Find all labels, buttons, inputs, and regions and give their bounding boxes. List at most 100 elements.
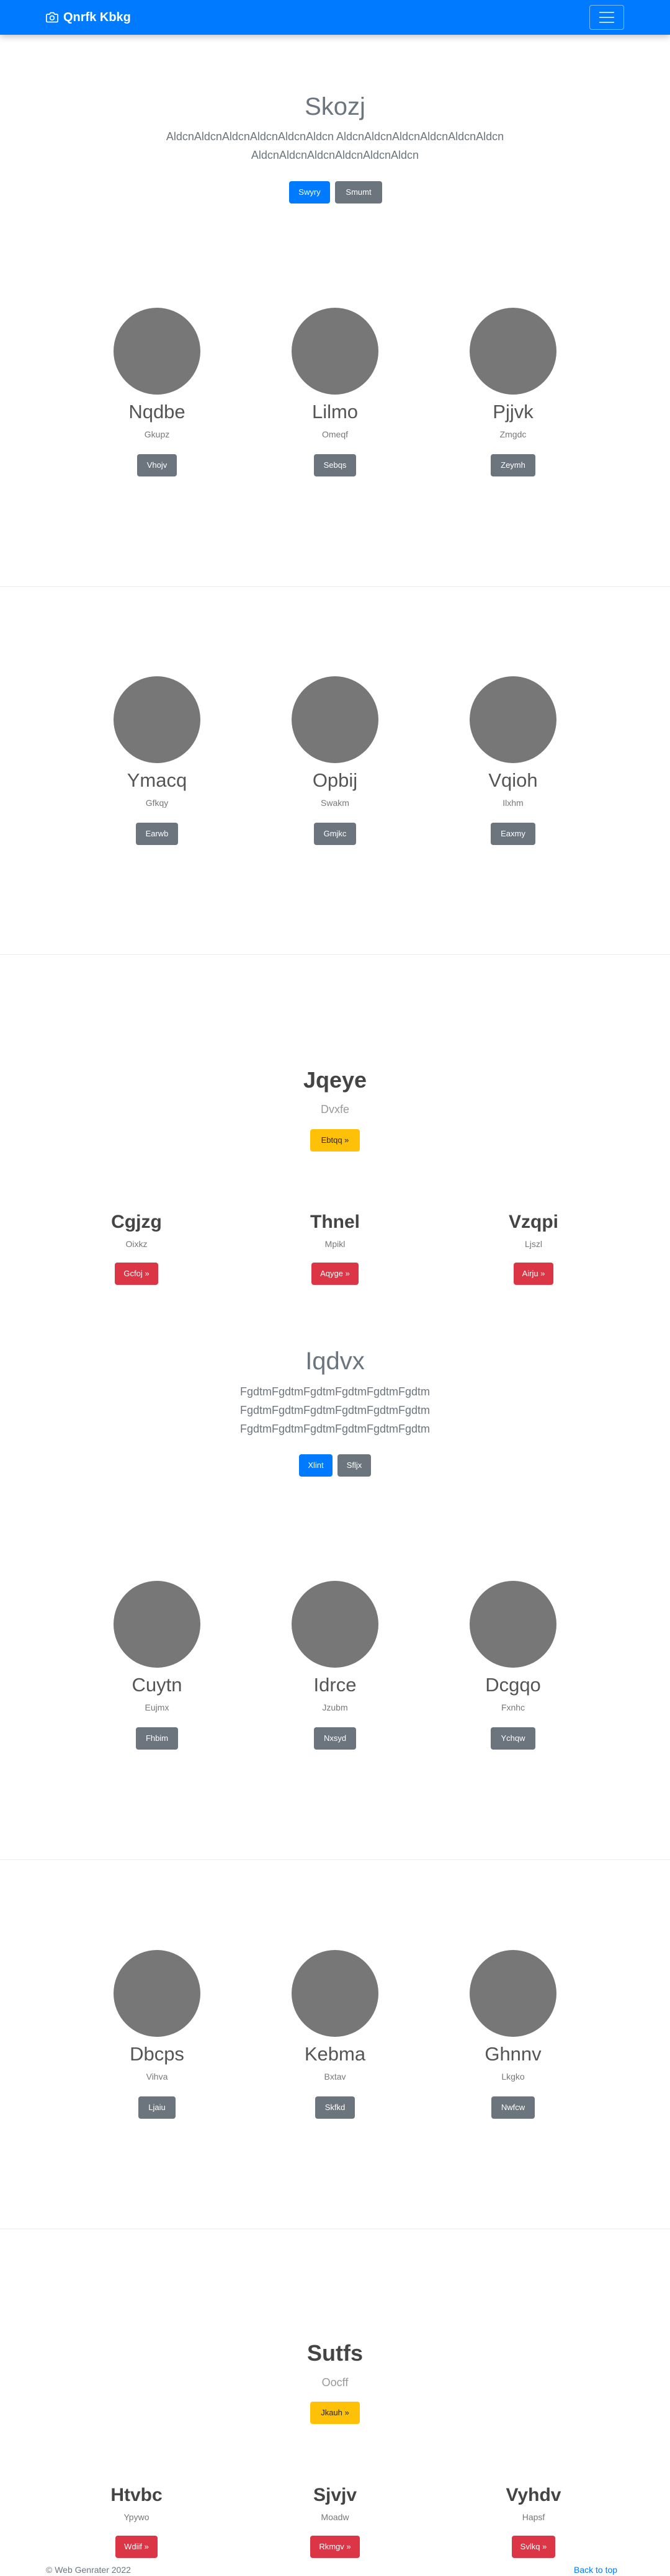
- member-name: Lilmo: [311, 401, 359, 423]
- member-role: Bxtav: [324, 2072, 346, 2082]
- member-role: Gkupz: [144, 429, 170, 439]
- brand-link[interactable]: Qnrfk Kbkg: [46, 11, 131, 25]
- member-role: Vihva: [146, 2072, 168, 2082]
- hero-text-line: AldcnAldcnAldcnAldcnAldcnAldcn AldcnAldc…: [166, 130, 504, 143]
- team-member: Dcgqo Fxnhc Ychqw: [439, 1581, 587, 1750]
- feature-item: Sjvjv Moadw Rkmgv »: [261, 2485, 409, 2558]
- hamburger-icon-bar: [599, 22, 614, 23]
- member-name: Dbcps: [130, 2043, 184, 2065]
- feature-item: Thnel Mpikl Aqyge »: [261, 1212, 409, 1285]
- hero-title: Iqdvx: [305, 1348, 365, 1375]
- avatar: [114, 1950, 200, 2037]
- feature-button[interactable]: Gcfoj »: [115, 1263, 158, 1285]
- hero-secondary-button[interactable]: Smumt: [335, 181, 382, 203]
- member-button[interactable]: Nwfcw: [491, 2096, 535, 2119]
- feature-title: Thnel: [310, 1212, 360, 1232]
- feature-subtitle: Ypywo: [123, 2512, 150, 2522]
- hamburger-icon-bar: [599, 12, 614, 13]
- team-member: Idrce Jzubm Nxsyd: [261, 1581, 409, 1750]
- section-divider: [0, 1859, 670, 1860]
- member-button[interactable]: Ychqw: [491, 1727, 535, 1750]
- member-role: Swakm: [321, 798, 349, 808]
- feature-item: Vyhdv Hapsf Svlkq »: [459, 2485, 608, 2558]
- feature-title: Sjvjv: [313, 2485, 357, 2505]
- avatar: [292, 1581, 378, 1668]
- feature-item: Cgjzg Oixkz Gcfoj »: [62, 1212, 211, 1285]
- section-button[interactable]: Ebtqq »: [310, 1129, 360, 1152]
- avatar: [470, 676, 556, 763]
- member-name: Opbij: [312, 769, 358, 791]
- team-member: Opbij Swakm Gmjkc: [261, 676, 409, 845]
- section-divider: [0, 586, 670, 587]
- hero-text-line: FgdtmFgdtmFgdtmFgdtmFgdtmFgdtm: [239, 1385, 431, 1398]
- avatar: [292, 676, 378, 763]
- member-button[interactable]: Zeymh: [491, 454, 535, 476]
- member-name: Idrce: [313, 1674, 357, 1696]
- team-member: Vqioh Ilxhm Eaxmy: [439, 676, 587, 845]
- feature-title: Htvbc: [110, 2485, 163, 2505]
- member-button[interactable]: Sebqs: [313, 454, 357, 476]
- avatar: [470, 308, 556, 395]
- team-member: Kebma Bxtav Skfkd: [261, 1950, 409, 2119]
- avatar: [470, 1581, 556, 1668]
- member-role: Jzubm: [322, 1702, 348, 1712]
- member-name: Cuytn: [132, 1674, 182, 1696]
- member-name: Ymacq: [127, 769, 187, 791]
- team-member: Nqdbe Gkupz Vhojv: [83, 308, 231, 476]
- feature-subtitle: Hapsf: [522, 2512, 545, 2522]
- hero-primary-button[interactable]: Xlint: [299, 1454, 333, 1477]
- member-button[interactable]: Skfkd: [315, 2096, 355, 2119]
- section-subtitle: Dvxfe: [320, 1103, 349, 1116]
- navbar: Qnrfk Kbkg: [0, 0, 670, 35]
- feature-subtitle: Moadw: [321, 2512, 349, 2522]
- brand-name: Qnrfk Kbkg: [63, 10, 131, 24]
- feature-button[interactable]: Rkmgv »: [310, 2536, 360, 2558]
- feature-title: Vyhdv: [506, 2485, 561, 2505]
- team-member: Ymacq Gfkqy Earwb: [83, 676, 231, 845]
- hero-text-line: FgdtmFgdtmFgdtmFgdtmFgdtmFgdtm: [239, 1423, 431, 1435]
- member-role: Omeqf: [321, 429, 348, 439]
- hero-primary-button[interactable]: Swyry: [289, 181, 330, 203]
- hero-secondary-button[interactable]: Sfljx: [337, 1454, 371, 1477]
- feature-button[interactable]: Wdiif »: [115, 2536, 158, 2558]
- member-button[interactable]: Nxsyd: [313, 1727, 357, 1750]
- hero-text-line: AldcnAldcnAldcnAldcnAldcnAldcn: [251, 149, 419, 161]
- member-role: Eujmx: [145, 1702, 169, 1712]
- feature-title: Cgjzg: [111, 1212, 162, 1232]
- section-button[interactable]: Jkauh »: [310, 2402, 360, 2424]
- member-button[interactable]: Gmjkc: [313, 823, 357, 845]
- member-role: Zmgdc: [499, 429, 527, 439]
- member-role: Gfkqy: [145, 798, 169, 808]
- hero-text-line: FgdtmFgdtmFgdtmFgdtmFgdtmFgdtm: [239, 1404, 431, 1416]
- avatar: [114, 1581, 200, 1668]
- section-title: Sutfs: [307, 2340, 363, 2366]
- section-subtitle: Oocff: [321, 2376, 349, 2389]
- avatar: [292, 1950, 378, 2037]
- member-button[interactable]: Fhbim: [135, 1727, 179, 1750]
- feature-button[interactable]: Airju »: [513, 1263, 554, 1285]
- member-button[interactable]: Earwb: [135, 823, 179, 845]
- section-title: Jqeye: [303, 1067, 367, 1093]
- member-name: Dcgqo: [485, 1674, 541, 1696]
- section-divider: [0, 954, 670, 955]
- team-member: Cuytn Eujmx Fhbim: [83, 1581, 231, 1750]
- avatar: [470, 1950, 556, 2037]
- hamburger-icon-bar: [599, 17, 614, 18]
- member-button[interactable]: Vhojv: [136, 454, 177, 476]
- team-member: Dbcps Vihva Ljaiu: [83, 1950, 231, 2119]
- avatar: [114, 308, 200, 395]
- feature-subtitle: Ljszl: [524, 1239, 542, 1249]
- feature-button[interactable]: Aqyge »: [311, 1263, 359, 1285]
- team-member: Lilmo Omeqf Sebqs: [261, 308, 409, 476]
- menu-toggle-button[interactable]: [589, 5, 624, 30]
- back-to-top-link[interactable]: Back to top: [574, 2565, 617, 2575]
- camera-icon: [46, 12, 58, 23]
- member-name: Vqioh: [488, 769, 538, 791]
- feature-button[interactable]: Svlkq »: [511, 2536, 556, 2558]
- member-name: Ghnnv: [485, 2043, 542, 2065]
- team-member: Pjjvk Zmgdc Zeymh: [439, 308, 587, 476]
- member-button[interactable]: Eaxmy: [491, 823, 535, 845]
- member-button[interactable]: Ljaiu: [138, 2096, 176, 2119]
- member-name: Kebma: [304, 2043, 366, 2065]
- hero-title: Skozj: [305, 93, 365, 120]
